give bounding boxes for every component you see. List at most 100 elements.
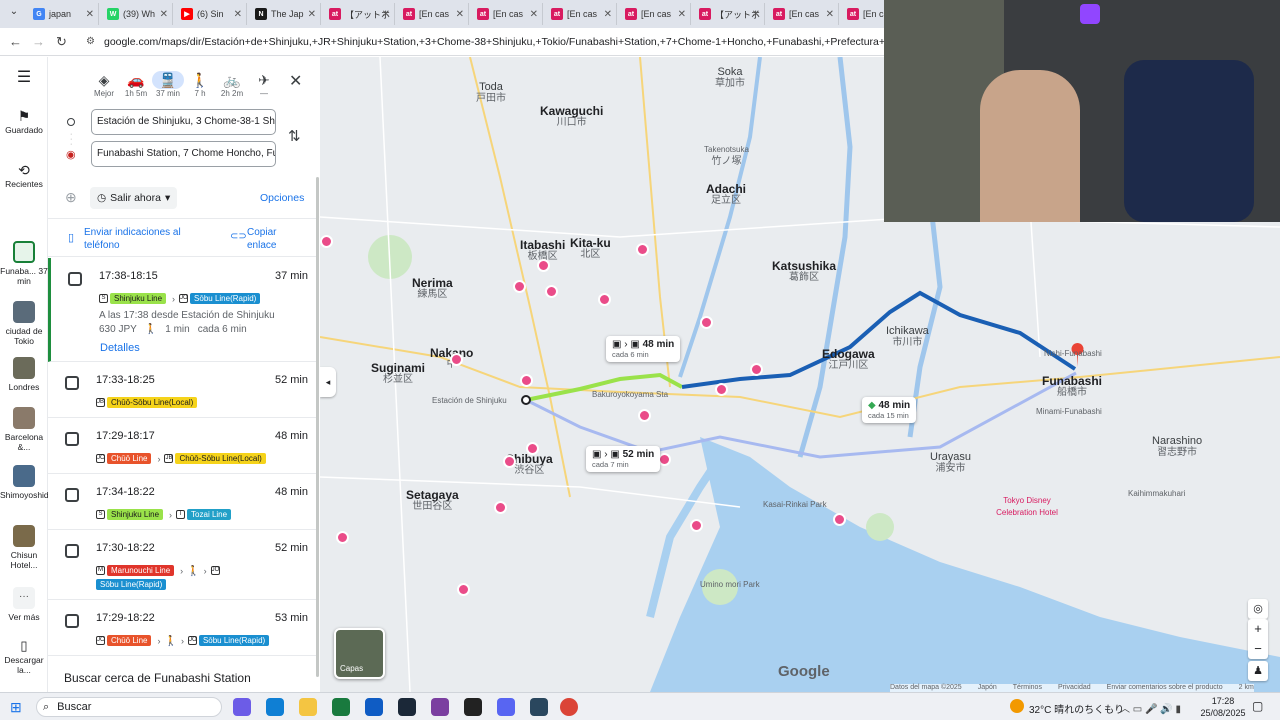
route-option[interactable]: 17:29-18:17 48 min JC Chūō Line › JB Chūō-Sōbu… [48, 418, 316, 474]
tray-icons[interactable]: ︿ ▭ 🎤 🔊 ▮ [1120, 700, 1181, 715]
route-duration-bubble[interactable]: ▣ › ▣ 48 min cada 6 min [606, 336, 681, 362]
browser-tab[interactable]: at [En cas ✕ [397, 3, 469, 25]
place-pin[interactable] [450, 353, 463, 366]
map-place-label[interactable]: Narashino 習志野市 [1152, 435, 1202, 459]
tab-close-icon[interactable]: ✕ [752, 9, 760, 20]
pegman-icon[interactable]: ♟ [1248, 661, 1268, 681]
map-place-label[interactable]: Soka 草加市 [715, 66, 745, 90]
details-link[interactable]: Detalles [100, 342, 140, 354]
options-link[interactable]: Opciones [260, 192, 304, 204]
tab-close-icon[interactable]: ✕ [160, 9, 168, 20]
browser-tab[interactable]: at 【アットホ ✕ [323, 3, 395, 25]
clock[interactable]: 17:28 25/08/2025 [1200, 695, 1246, 719]
search-nearby-heading[interactable]: Buscar cerca de Funabashi Station [64, 671, 251, 685]
map-place-label[interactable]: Setagaya 世田谷区 [406, 489, 459, 513]
store-icon[interactable] [332, 698, 350, 716]
route-duration-bubble[interactable]: ▣ › ▣ 52 min cada 7 min [586, 446, 661, 472]
forward-icon[interactable]: → [32, 34, 45, 49]
browser-tab[interactable]: W (39) Wh ✕ [101, 3, 173, 25]
route-option[interactable]: 17:38-18:15 37 min S Shinjuku Line › JO Sōbu L… [48, 258, 316, 362]
origin-input[interactable]: Estación de Shinjuku, 3 Chome-38-1 Shin [91, 109, 276, 135]
tab-close-icon[interactable]: ✕ [530, 9, 538, 20]
zoom-in-button[interactable]: + [1248, 619, 1268, 639]
place-pin[interactable] [526, 442, 539, 455]
recent-place-item[interactable]: Chisun Hotel... [0, 525, 48, 570]
taskbar-search[interactable]: ⌕ Buscar [36, 697, 222, 717]
tab-close-icon[interactable]: ✕ [382, 9, 390, 20]
tab-close-icon[interactable]: ✕ [308, 9, 316, 20]
travel-mode-button[interactable]: ✈ — [248, 71, 280, 98]
map-place-label[interactable]: Minami-Funabashi [1036, 406, 1102, 418]
travel-mode-button[interactable]: ◈ Mejor [88, 71, 120, 98]
browser-tab[interactable]: at [En cas ✕ [545, 3, 617, 25]
url-field[interactable]: google.com/maps/dir/Estación+de+Shinjuku… [104, 36, 884, 48]
panel-scrollbar[interactable] [316, 177, 319, 677]
map-place-label[interactable]: Edogawa 江戸川区 [822, 348, 875, 372]
route-option[interactable]: 17:30-18:22 52 min M Marunouchi Line › 🚶 › JO Sō… [48, 530, 316, 600]
place-pin[interactable] [457, 583, 470, 596]
depart-time-button[interactable]: ◷ Salir ahora ▾ [90, 187, 178, 209]
place-pin[interactable] [833, 513, 846, 526]
browser-tab[interactable]: at 【アットホ ✕ [693, 3, 765, 25]
app-icon[interactable] [431, 698, 449, 716]
route-option[interactable]: 17:33-18:25 52 min JB Chūō-Sōbu Line(Local) [48, 362, 316, 418]
map-place-label[interactable]: Adachi 足立区 [706, 183, 746, 207]
recent-place-item[interactable]: ciudad de Tokio [0, 301, 48, 346]
tab-close-icon[interactable]: ✕ [234, 9, 242, 20]
place-pin[interactable] [638, 409, 651, 422]
copy-link-button[interactable]: Copiar enlace [247, 226, 297, 252]
place-pin[interactable] [715, 383, 728, 396]
tab-close-icon[interactable]: ✕ [456, 9, 464, 20]
send-to-phone-link[interactable]: Enviar indicaciones al teléfono [84, 226, 202, 252]
footer-terms[interactable]: Términos [1013, 684, 1042, 692]
my-location-icon[interactable]: ◎ [1248, 599, 1268, 619]
footer-feedback[interactable]: Enviar comentarios sobre el producto [1107, 684, 1223, 692]
copilot-icon[interactable] [233, 698, 251, 716]
footer-privacy[interactable]: Privacidad [1058, 684, 1091, 692]
tab-close-icon[interactable]: ✕ [826, 9, 834, 20]
swap-icon[interactable]: ⇅ [288, 127, 301, 145]
weather-text[interactable]: 32°C 晴れのちくもり [1029, 701, 1124, 716]
place-pin[interactable] [545, 285, 558, 298]
recent-place-item[interactable]: Barcelona &... [0, 407, 48, 452]
recent-place-item[interactable]: Shimoyoshida... [0, 465, 60, 500]
browser-tab[interactable]: at [En cas ✕ [619, 3, 691, 25]
place-pin[interactable] [513, 280, 526, 293]
tab-close-icon[interactable]: ✕ [86, 9, 94, 20]
recent-place-item[interactable]: Londres [0, 357, 48, 392]
zoom-out-button[interactable]: − [1248, 639, 1268, 659]
place-pin[interactable] [494, 501, 507, 514]
menu-button[interactable]: ☰ [0, 70, 48, 86]
discord-icon[interactable] [497, 698, 515, 716]
browser-tab[interactable]: N The Jap ✕ [249, 3, 321, 25]
place-pin[interactable] [320, 235, 333, 248]
steam-icon[interactable] [530, 698, 548, 716]
more-button[interactable]: ··· Ver más [0, 587, 48, 622]
place-pin[interactable] [537, 259, 550, 272]
edge-icon[interactable] [266, 698, 284, 716]
map-place-label[interactable]: Bakuroyokoyama Sta [592, 389, 668, 401]
place-pin[interactable] [336, 531, 349, 544]
travel-mode-button[interactable]: 🚶 7 h [184, 71, 216, 98]
file-explorer-icon[interactable] [299, 698, 317, 716]
collapse-panel-icon[interactable]: ◂ [320, 367, 336, 397]
place-pin[interactable] [700, 316, 713, 329]
map-place-label[interactable]: Umino mori Park [700, 579, 760, 591]
map-place-label[interactable]: Toda 戸田市 [476, 81, 506, 105]
browser-tab[interactable]: Gjapan ✕ [27, 3, 99, 25]
route-option[interactable]: 17:34-18:22 48 min S Shinjuku Line › T Tozai L… [48, 474, 316, 530]
footer-country[interactable]: Japón [978, 684, 997, 692]
tab-close-icon[interactable]: ✕ [604, 9, 612, 20]
browser-tab[interactable]: at [En cas ✕ [471, 3, 543, 25]
origin-marker[interactable] [521, 395, 531, 405]
place-pin[interactable] [690, 519, 703, 532]
browser-tab[interactable]: at [En cas ✕ [767, 3, 839, 25]
notifications-icon[interactable]: ▢ [1252, 699, 1263, 713]
map-place-label[interactable]: Ichikawa 市川市 [886, 325, 929, 349]
obs-icon[interactable] [464, 698, 482, 716]
map-place-label[interactable]: Kasai-Rinkai Park [763, 499, 827, 511]
destination-input[interactable]: Funabashi Station, 7 Chome Honcho, Fur [91, 141, 276, 167]
map-place-label[interactable]: Nishi-Funabashi [1044, 348, 1102, 360]
place-pin[interactable] [750, 363, 763, 376]
add-stop-icon[interactable]: ⊕ [65, 189, 77, 206]
